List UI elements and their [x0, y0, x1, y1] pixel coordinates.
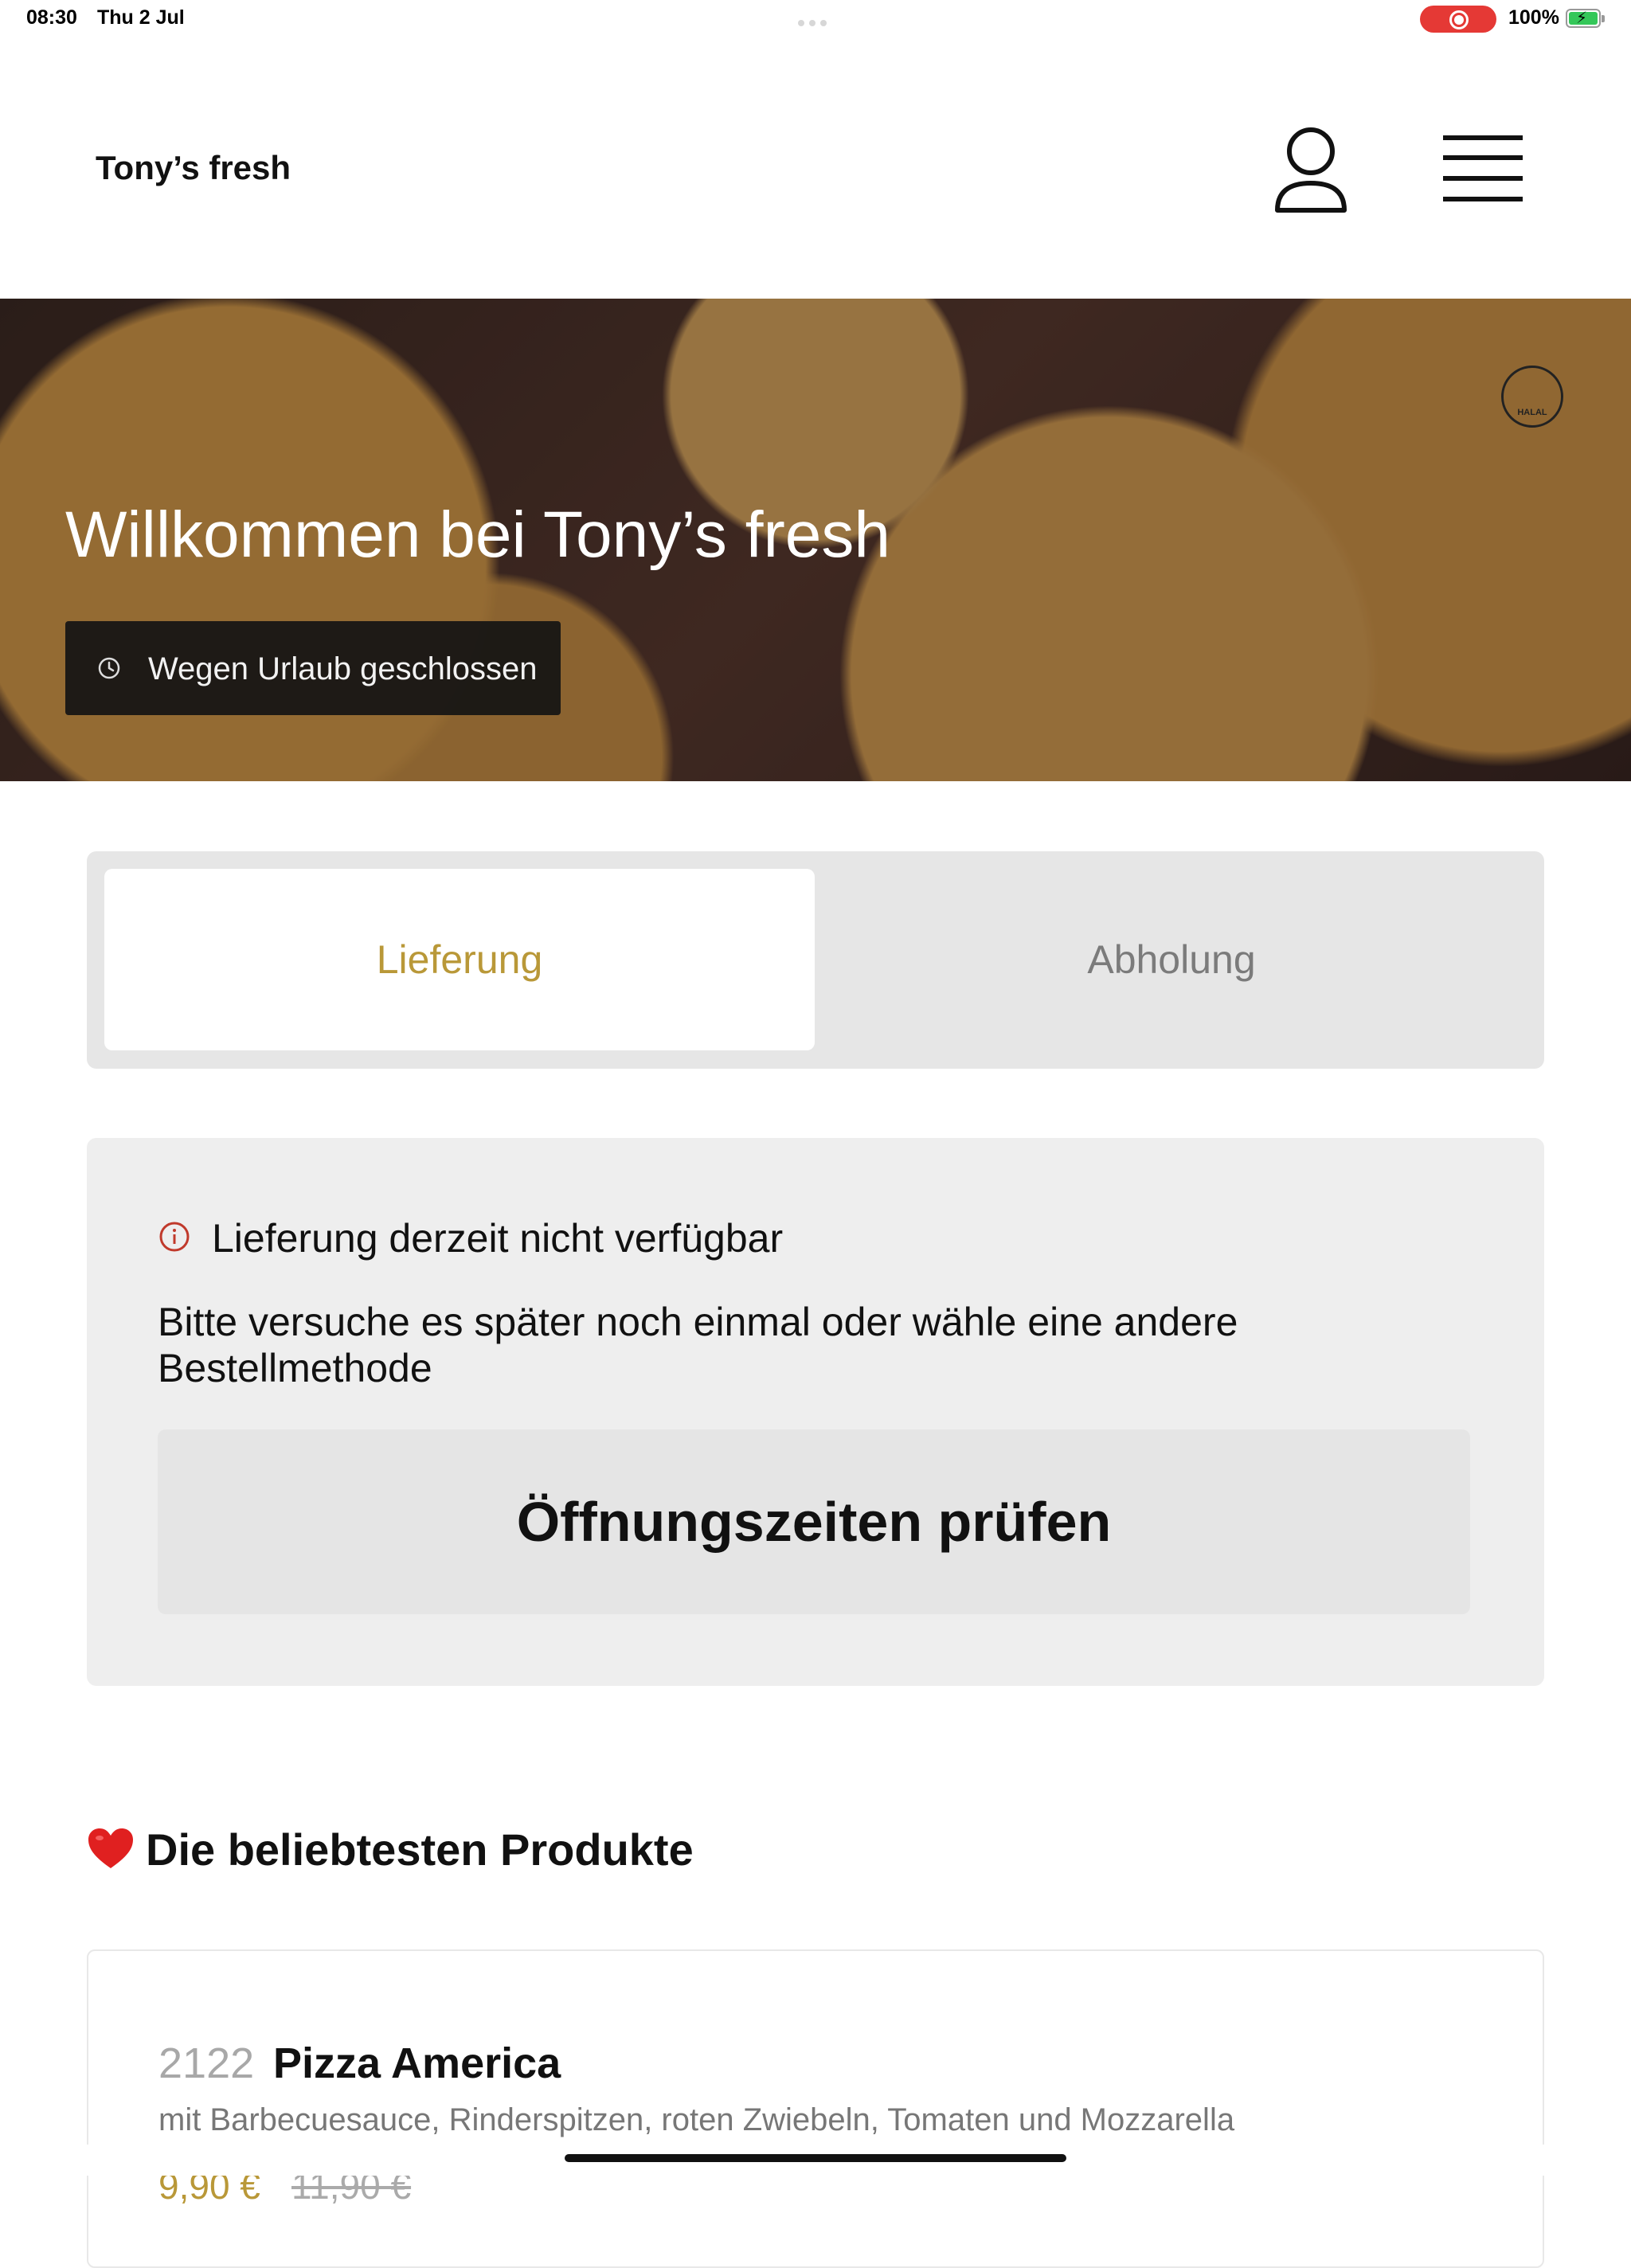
halal-badge-icon: HALAL	[1501, 366, 1563, 428]
notice-title: Lieferung derzeit nicht verfügbar	[212, 1216, 784, 1261]
hero-title: Willkommen bei Tony’s fresh	[65, 499, 891, 571]
battery-tip	[1602, 15, 1605, 22]
notice-text: Bitte versuche es später noch einmal ode…	[158, 1300, 1238, 1390]
order-mode-toggle: Lieferung Abholung	[87, 851, 1544, 1069]
popular-products-title: Die beliebtesten Produkte	[146, 1824, 694, 1875]
popular-products-heading: Die beliebtesten Produkte	[87, 1824, 694, 1875]
product-number: 2122	[158, 2039, 255, 2087]
status-date: Thu 2 Jul	[97, 6, 185, 29]
heart-icon	[88, 1828, 133, 1868]
brand-logo-text[interactable]: Tony’s fresh	[96, 149, 291, 187]
delivery-unavailable-notice: Lieferung derzeit nicht verfügbar Bitte …	[87, 1138, 1544, 1686]
halal-label: HALAL	[1517, 408, 1547, 417]
battery-percentage: 100%	[1508, 6, 1559, 29]
home-indicator[interactable]	[565, 2154, 1066, 2162]
battery-icon: ⚡	[1566, 9, 1601, 28]
status-bar: 08:30 Thu 2 Jul 100% ⚡	[0, 0, 1631, 38]
info-icon	[159, 1222, 190, 1252]
product-card[interactable]: 2122 Pizza America mit Barbecuesauce, Ri…	[87, 1949, 1544, 2268]
store-status-badge: Wegen Urlaub geschlossen	[65, 621, 561, 715]
menu-icon[interactable]	[1443, 134, 1523, 204]
tab-delivery[interactable]: Lieferung	[104, 869, 815, 1050]
user-icon[interactable]	[1273, 124, 1349, 213]
multitasking-dots-icon[interactable]	[798, 16, 833, 26]
screen-recording-indicator-icon[interactable]	[1420, 6, 1496, 33]
store-status-text: Wegen Urlaub geschlossen	[148, 651, 538, 686]
product-name: Pizza America	[273, 2039, 561, 2087]
check-opening-hours-button[interactable]: Öffnungszeiten prüfen	[158, 1429, 1470, 1614]
product-description: mit Barbecuesauce, Rinderspitzen, roten …	[158, 2102, 1235, 2137]
tab-pickup[interactable]: Abholung	[816, 869, 1527, 1050]
status-time: 08:30	[26, 6, 77, 29]
clock-icon	[98, 657, 120, 679]
hero-banner: HALAL Willkommen bei Tony’s fresh Wegen …	[0, 299, 1631, 781]
